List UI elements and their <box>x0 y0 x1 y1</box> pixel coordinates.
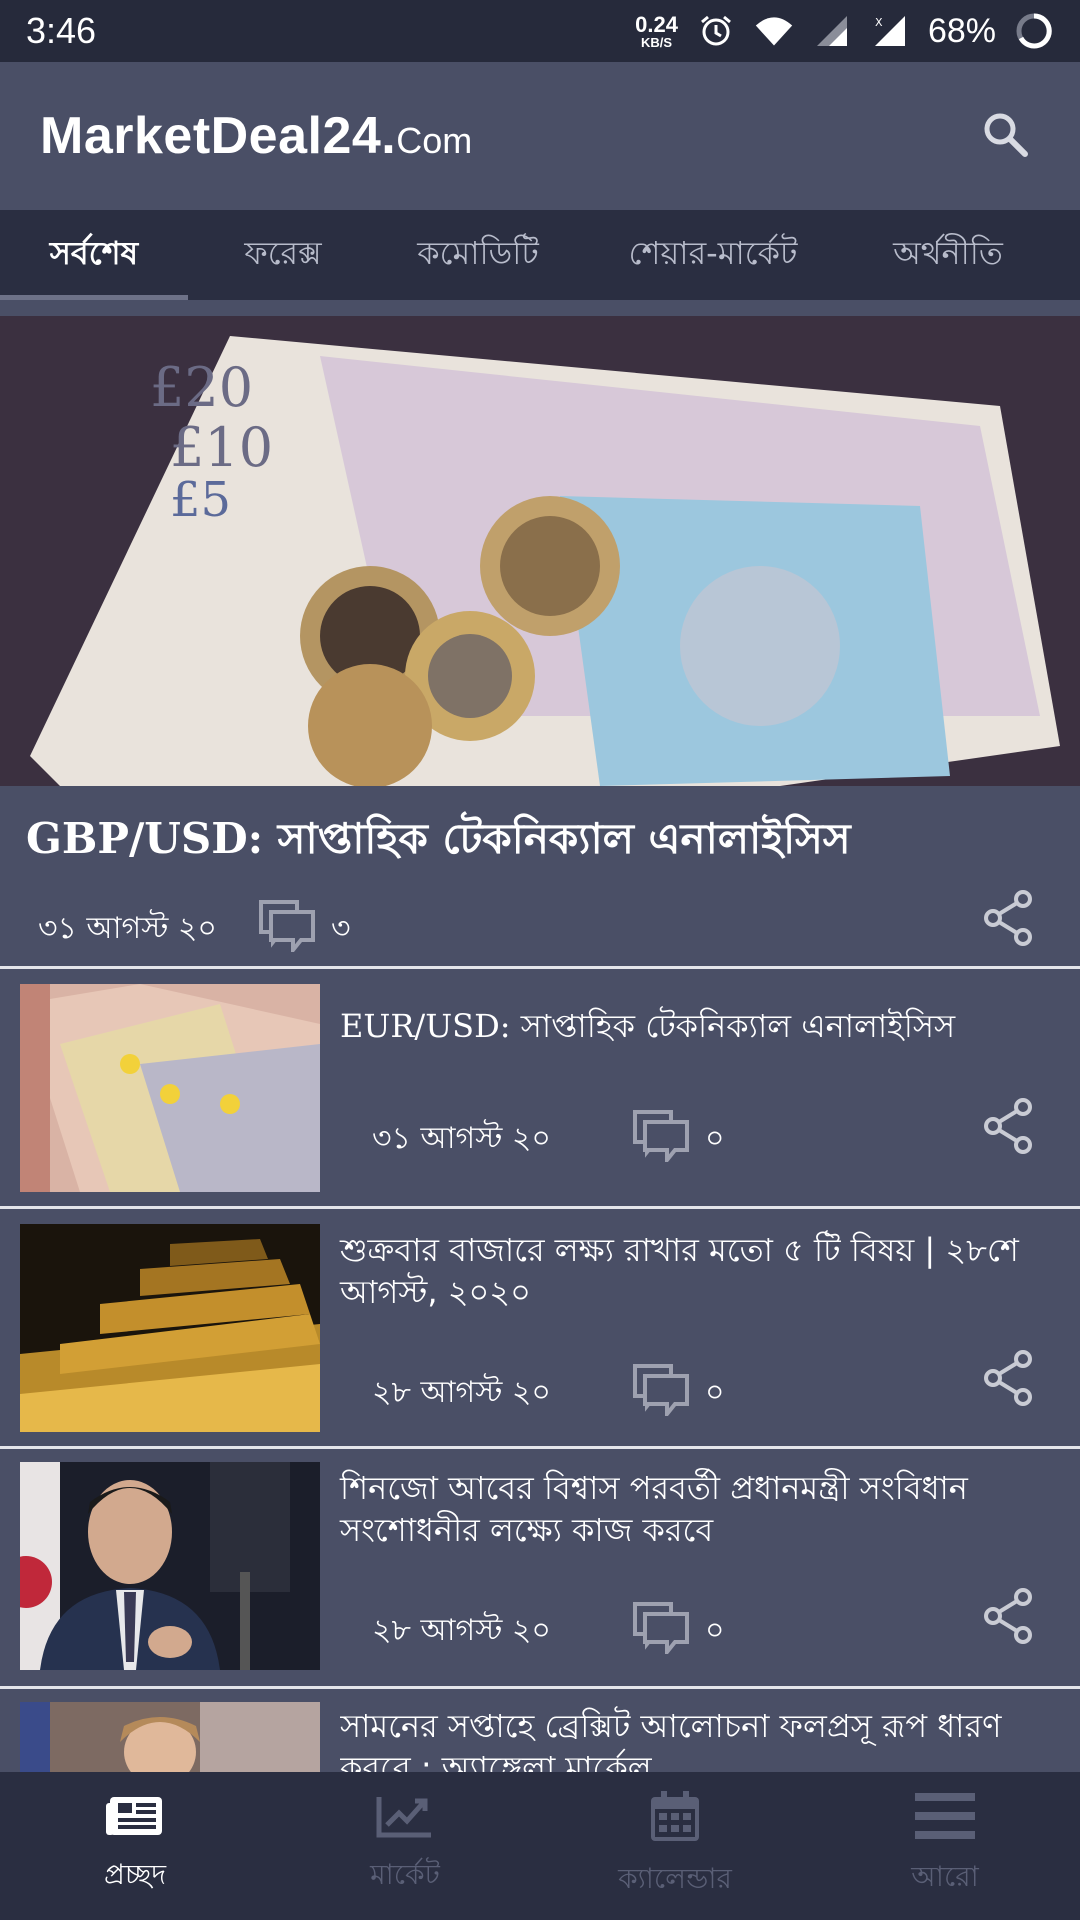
share-icon <box>983 1098 1033 1158</box>
comment-icon <box>631 1600 691 1662</box>
divider <box>0 1686 1080 1689</box>
share-button[interactable] <box>978 890 1038 950</box>
network-speed-unit: KB/S <box>640 34 673 50</box>
nav-market[interactable]: মার্কেট <box>270 1772 540 1920</box>
comment-count[interactable]: ০ <box>631 1600 725 1662</box>
newspaper-icon <box>104 1793 166 1843</box>
status-time: 3:46 <box>26 10 97 51</box>
article-date: ৩১ আগস্ট ২০ <box>372 1120 551 1156</box>
nav-label: আরো <box>911 1859 979 1893</box>
search-button[interactable] <box>970 101 1040 171</box>
tab-forex[interactable]: ফরেক্স <box>188 210 378 300</box>
comment-count[interactable]: ০ <box>631 1108 725 1170</box>
comment-icon <box>257 898 317 960</box>
share-button[interactable] <box>978 1350 1038 1410</box>
status-bar: 3:46 0.24 KB/S X 68% <box>0 0 1080 62</box>
divider <box>0 1446 1080 1449</box>
nav-label: ক্যালেন্ডার <box>618 1861 732 1895</box>
article-title[interactable]: সামনের সপ্তাহে ব্রেক্সিট আলোচনা ফলপ্রসূ … <box>340 1706 1060 1772</box>
divider <box>0 1206 1080 1209</box>
bottom-navigation: প্রচ্ছদ মার্কেট ক্যালেন্ডার আরো <box>0 1772 1080 1920</box>
share-icon <box>983 890 1033 950</box>
svg-text:£20: £20 <box>150 356 253 419</box>
signal-icon <box>812 11 852 51</box>
svg-text:X: X <box>875 16 883 29</box>
share-button[interactable] <box>978 1098 1038 1158</box>
nav-label: মার্কেট <box>370 1857 440 1891</box>
comment-icon <box>631 1362 691 1424</box>
tab-commodity[interactable]: কমোডিটি <box>378 210 578 300</box>
article-date: ২৮ আগস্ট ২০ <box>372 1612 551 1648</box>
article-meta: ৩১ আগস্ট ২০ ০ <box>372 1108 724 1170</box>
share-button[interactable] <box>978 1588 1038 1648</box>
share-icon <box>983 1588 1033 1648</box>
battery-percent: 68% <box>927 11 996 50</box>
wifi-icon <box>754 11 794 51</box>
article-title[interactable]: EUR/USD: সাপ্তাহিক টেকনিক্যাল এনালাইসিস <box>340 1006 1060 1048</box>
menu-icon <box>915 1791 975 1845</box>
share-icon <box>983 1350 1033 1410</box>
article-meta: ২৮ আগস্ট ২০ ০ <box>372 1362 724 1424</box>
logo-main: MarketDeal24. <box>40 107 397 165</box>
network-speed: 0.24 KB/S <box>635 11 678 50</box>
comment-count-value: ০ <box>704 1374 725 1410</box>
nav-more[interactable]: আরো <box>810 1772 1080 1920</box>
tab-latest[interactable]: সর্বশেষ <box>0 210 188 300</box>
comment-count[interactable]: ৩ <box>257 898 351 960</box>
app-logo[interactable]: MarketDeal24. Com <box>40 106 472 166</box>
tab-economy[interactable]: অর্থনীতি <box>848 210 1048 300</box>
tab-share-market[interactable]: শেয়ার-মার্কেট <box>578 210 848 300</box>
battery-icon <box>1014 11 1054 51</box>
signal-icon-2: X <box>870 11 910 51</box>
article-meta: ২৮ আগস্ট ২০ ০ <box>372 1600 724 1662</box>
divider <box>0 966 1080 969</box>
article-date: ২৮ আগস্ট ২০ <box>372 1374 551 1410</box>
article-thumbnail[interactable] <box>20 1702 320 1772</box>
svg-text:£10: £10 <box>170 416 273 479</box>
alarm-icon <box>696 11 736 51</box>
search-icon <box>980 109 1030 163</box>
svg-text:£5: £5 <box>170 472 231 528</box>
trending-up-icon <box>375 1793 435 1843</box>
featured-article-title[interactable]: GBP/USD: সাপ্তাহিক টেকনিক্যাল এনালাইসিস <box>26 812 1056 867</box>
comment-count-value: ৩ <box>330 910 351 946</box>
article-date: ৩১ আগস্ট ২০ <box>38 910 217 946</box>
article-title[interactable]: শুক্রবার বাজারে লক্ষ্য রাখার মতো ৫ টি বি… <box>340 1230 1060 1313</box>
app-bar: MarketDeal24. Com <box>0 62 1080 210</box>
featured-article-meta: ৩১ আগস্ট ২০ ৩ <box>38 898 350 960</box>
nav-home[interactable]: প্রচ্ছদ <box>0 1772 270 1920</box>
article-thumbnail[interactable] <box>20 984 320 1192</box>
status-icons: 0.24 KB/S X 68% <box>635 11 1054 51</box>
article-thumbnail[interactable] <box>20 1224 320 1432</box>
logo-suffix: Com <box>396 120 473 161</box>
nav-calendar[interactable]: ক্যালেন্ডার <box>540 1772 810 1920</box>
article-title[interactable]: শিনজো আবের বিশ্বাস পরবর্তী প্রধানমন্ত্রী… <box>340 1468 1060 1551</box>
category-tabs: সর্বশেষ ফরেক্স কমোডিটি শেয়ার-মার্কেট অর… <box>0 210 1080 300</box>
featured-article-image[interactable]: £20 £10 £5 <box>0 316 1080 786</box>
comment-icon <box>631 1108 691 1170</box>
calendar-icon <box>649 1789 701 1847</box>
comment-count-value: ০ <box>704 1612 725 1648</box>
comment-count-value: ০ <box>704 1120 725 1156</box>
article-thumbnail[interactable] <box>20 1462 320 1670</box>
nav-label: প্রচ্ছদ <box>103 1857 167 1891</box>
network-speed-value: 0.24 <box>635 11 678 37</box>
comment-count[interactable]: ০ <box>631 1362 725 1424</box>
